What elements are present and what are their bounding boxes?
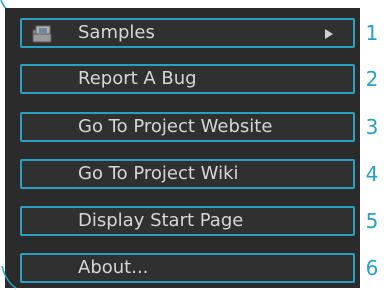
menu-item-about[interactable]: About... <box>20 253 355 283</box>
help-menu-panel: Samples Report A Bug Go To Project Websi… <box>5 8 360 288</box>
menu-item-label-about: About... <box>78 257 149 278</box>
menu-item-report-a-bug[interactable]: Report A Bug <box>20 64 355 94</box>
submenu-arrow-icon <box>325 29 333 39</box>
samples-folder-icon <box>32 24 54 44</box>
menu-item-go-to-project-wiki[interactable]: Go To Project Wiki <box>20 159 355 189</box>
menu-item-label-display-start-page: Display Start Page <box>78 210 244 231</box>
callout-number-1: 1 <box>365 21 379 45</box>
menu-item-label-go-to-project-wiki: Go To Project Wiki <box>78 163 239 184</box>
callout-number-4: 4 <box>365 162 379 186</box>
screenshot-stage: Samples Report A Bug Go To Project Websi… <box>0 0 388 290</box>
callout-number-6: 6 <box>365 256 379 280</box>
menu-item-go-to-project-website[interactable]: Go To Project Website <box>20 112 355 142</box>
menu-item-display-start-page[interactable]: Display Start Page <box>20 206 355 236</box>
menu-item-samples[interactable]: Samples <box>20 18 355 48</box>
callout-number-2: 2 <box>365 67 379 91</box>
menu-item-label-samples: Samples <box>78 22 155 43</box>
callout-number-3: 3 <box>365 115 379 139</box>
menu-item-label-go-to-project-website: Go To Project Website <box>78 116 273 137</box>
callout-number-5: 5 <box>365 209 379 233</box>
menu-item-label-report-a-bug: Report A Bug <box>78 68 197 89</box>
